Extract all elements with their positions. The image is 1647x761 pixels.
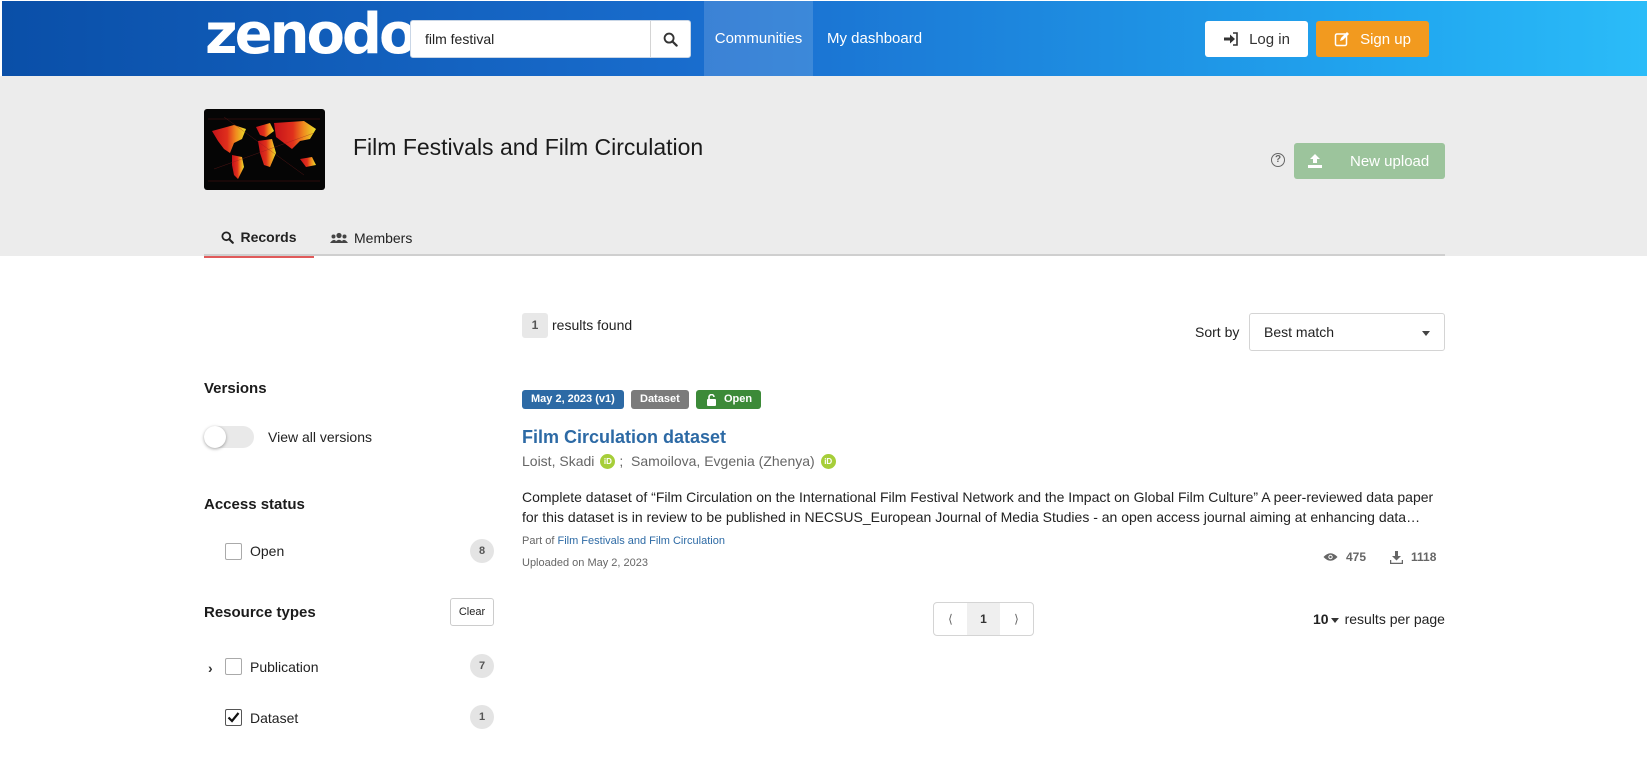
clear-filters-button[interactable]: Clear (450, 598, 494, 626)
pagination-prev[interactable]: ⟨ (934, 603, 967, 635)
resource-types-heading: Resource types (204, 604, 316, 621)
view-all-versions-label: View all versions (268, 429, 373, 445)
record-part-of: Part of Film Festivals and Film Circulat… (522, 535, 725, 547)
access-status-heading: Access status (204, 496, 305, 513)
author-link[interactable]: Loist, Skadi (522, 453, 594, 469)
signup-label: Sign up (1360, 30, 1411, 48)
per-page-label: results per page (1344, 611, 1445, 627)
chevron-down-icon (1422, 331, 1430, 336)
download-icon (1390, 550, 1403, 564)
versions-heading: Versions (204, 380, 267, 397)
record-title-link[interactable]: Film Circulation dataset (522, 427, 726, 448)
tab-members-label: Members (354, 230, 413, 246)
search-bar (410, 20, 691, 58)
view-all-versions-toggle[interactable] (204, 426, 254, 448)
pagination-page-1[interactable]: 1 (967, 603, 1000, 635)
new-upload-button[interactable]: New upload (1294, 143, 1445, 179)
edit-icon (1334, 32, 1350, 47)
nav-communities[interactable]: Communities (704, 1, 813, 77)
pagination: ⟨ 1 ⟩ (933, 602, 1034, 636)
orcid-icon[interactable]: iD (820, 453, 836, 469)
toggle-knob (204, 426, 226, 448)
part-of-label: Part of (522, 535, 555, 547)
version-date-badge: May 2, 2023 (v1) (522, 390, 624, 409)
part-of-community-link[interactable]: Film Festivals and Film Circulation (557, 535, 724, 547)
publication-checkbox[interactable] (225, 658, 242, 675)
author-separator: ; (619, 453, 632, 469)
record-description: Complete dataset of “Film Circulation on… (522, 489, 1434, 525)
access-open-count: 8 (470, 539, 494, 563)
search-icon (663, 32, 678, 47)
views-count: 475 (1346, 550, 1367, 564)
tab-records-label: Records (240, 229, 297, 245)
unlock-icon (707, 393, 716, 406)
sign-in-icon (1224, 32, 1238, 46)
login-label: Log in (1249, 30, 1290, 48)
users-icon (330, 232, 348, 243)
community-title: Film Festivals and Film Circulation (353, 134, 704, 160)
record-authors: Loist, Skadi iD ; Samoilova, Evgenia (Zh… (522, 453, 840, 469)
sort-select-value: Best match (1264, 324, 1335, 340)
login-button[interactable]: Log in (1205, 21, 1308, 57)
upload-icon (1308, 154, 1322, 168)
chevron-down-icon[interactable] (1330, 617, 1339, 623)
dataset-checkbox[interactable] (225, 709, 242, 726)
views-stat: 475 (1323, 550, 1366, 564)
help-icon[interactable]: ? (1271, 153, 1285, 167)
search-icon (221, 230, 235, 244)
new-upload-label: New upload (1350, 153, 1430, 170)
search-button[interactable] (650, 21, 690, 57)
author-link[interactable]: Samoilova, Evgenia (Zhenya) (631, 453, 815, 469)
results-count-badge: 1 (522, 313, 548, 338)
orcid-icon[interactable]: iD (600, 453, 616, 469)
publication-label[interactable]: Publication (250, 659, 319, 675)
top-navbar: zenodo Communities My dashboard Log in S… (2, 1, 1647, 77)
sort-by-label: Sort by (1195, 324, 1240, 340)
pagination-next[interactable]: ⟩ (1000, 603, 1033, 635)
tab-members[interactable]: Members (330, 220, 412, 256)
publication-count: 7 (470, 654, 494, 678)
sort-select[interactable]: Best match (1249, 313, 1445, 351)
checkmark-icon (227, 712, 240, 723)
search-input[interactable] (411, 21, 651, 57)
resource-type-badge: Dataset (631, 390, 689, 409)
community-logo (204, 109, 325, 190)
community-tabs: Records Members (204, 220, 1445, 258)
eye-icon (1323, 553, 1338, 561)
signup-button[interactable]: Sign up (1316, 21, 1429, 57)
tab-records[interactable]: Records (204, 220, 314, 258)
access-badge-label: Open (724, 393, 753, 405)
results-found-label: results found (552, 317, 633, 333)
downloads-stat: 1118 (1390, 550, 1436, 564)
access-open-checkbox[interactable] (225, 543, 242, 560)
record-upload-date: Uploaded on May 2, 2023 (522, 557, 648, 569)
access-open-label[interactable]: Open (250, 543, 284, 559)
dataset-label[interactable]: Dataset (250, 710, 298, 726)
dataset-count: 1 (470, 705, 494, 729)
zenodo-logo[interactable]: zenodo (205, 5, 417, 65)
expand-publication-icon[interactable]: › (208, 660, 213, 676)
access-badge: Open (696, 390, 762, 409)
per-page-dropdown[interactable]: 10 (1313, 611, 1329, 627)
downloads-count: 1118 (1411, 550, 1437, 564)
results-per-page: 10 results per page (1313, 611, 1445, 627)
nav-my-dashboard[interactable]: My dashboard (827, 1, 922, 77)
